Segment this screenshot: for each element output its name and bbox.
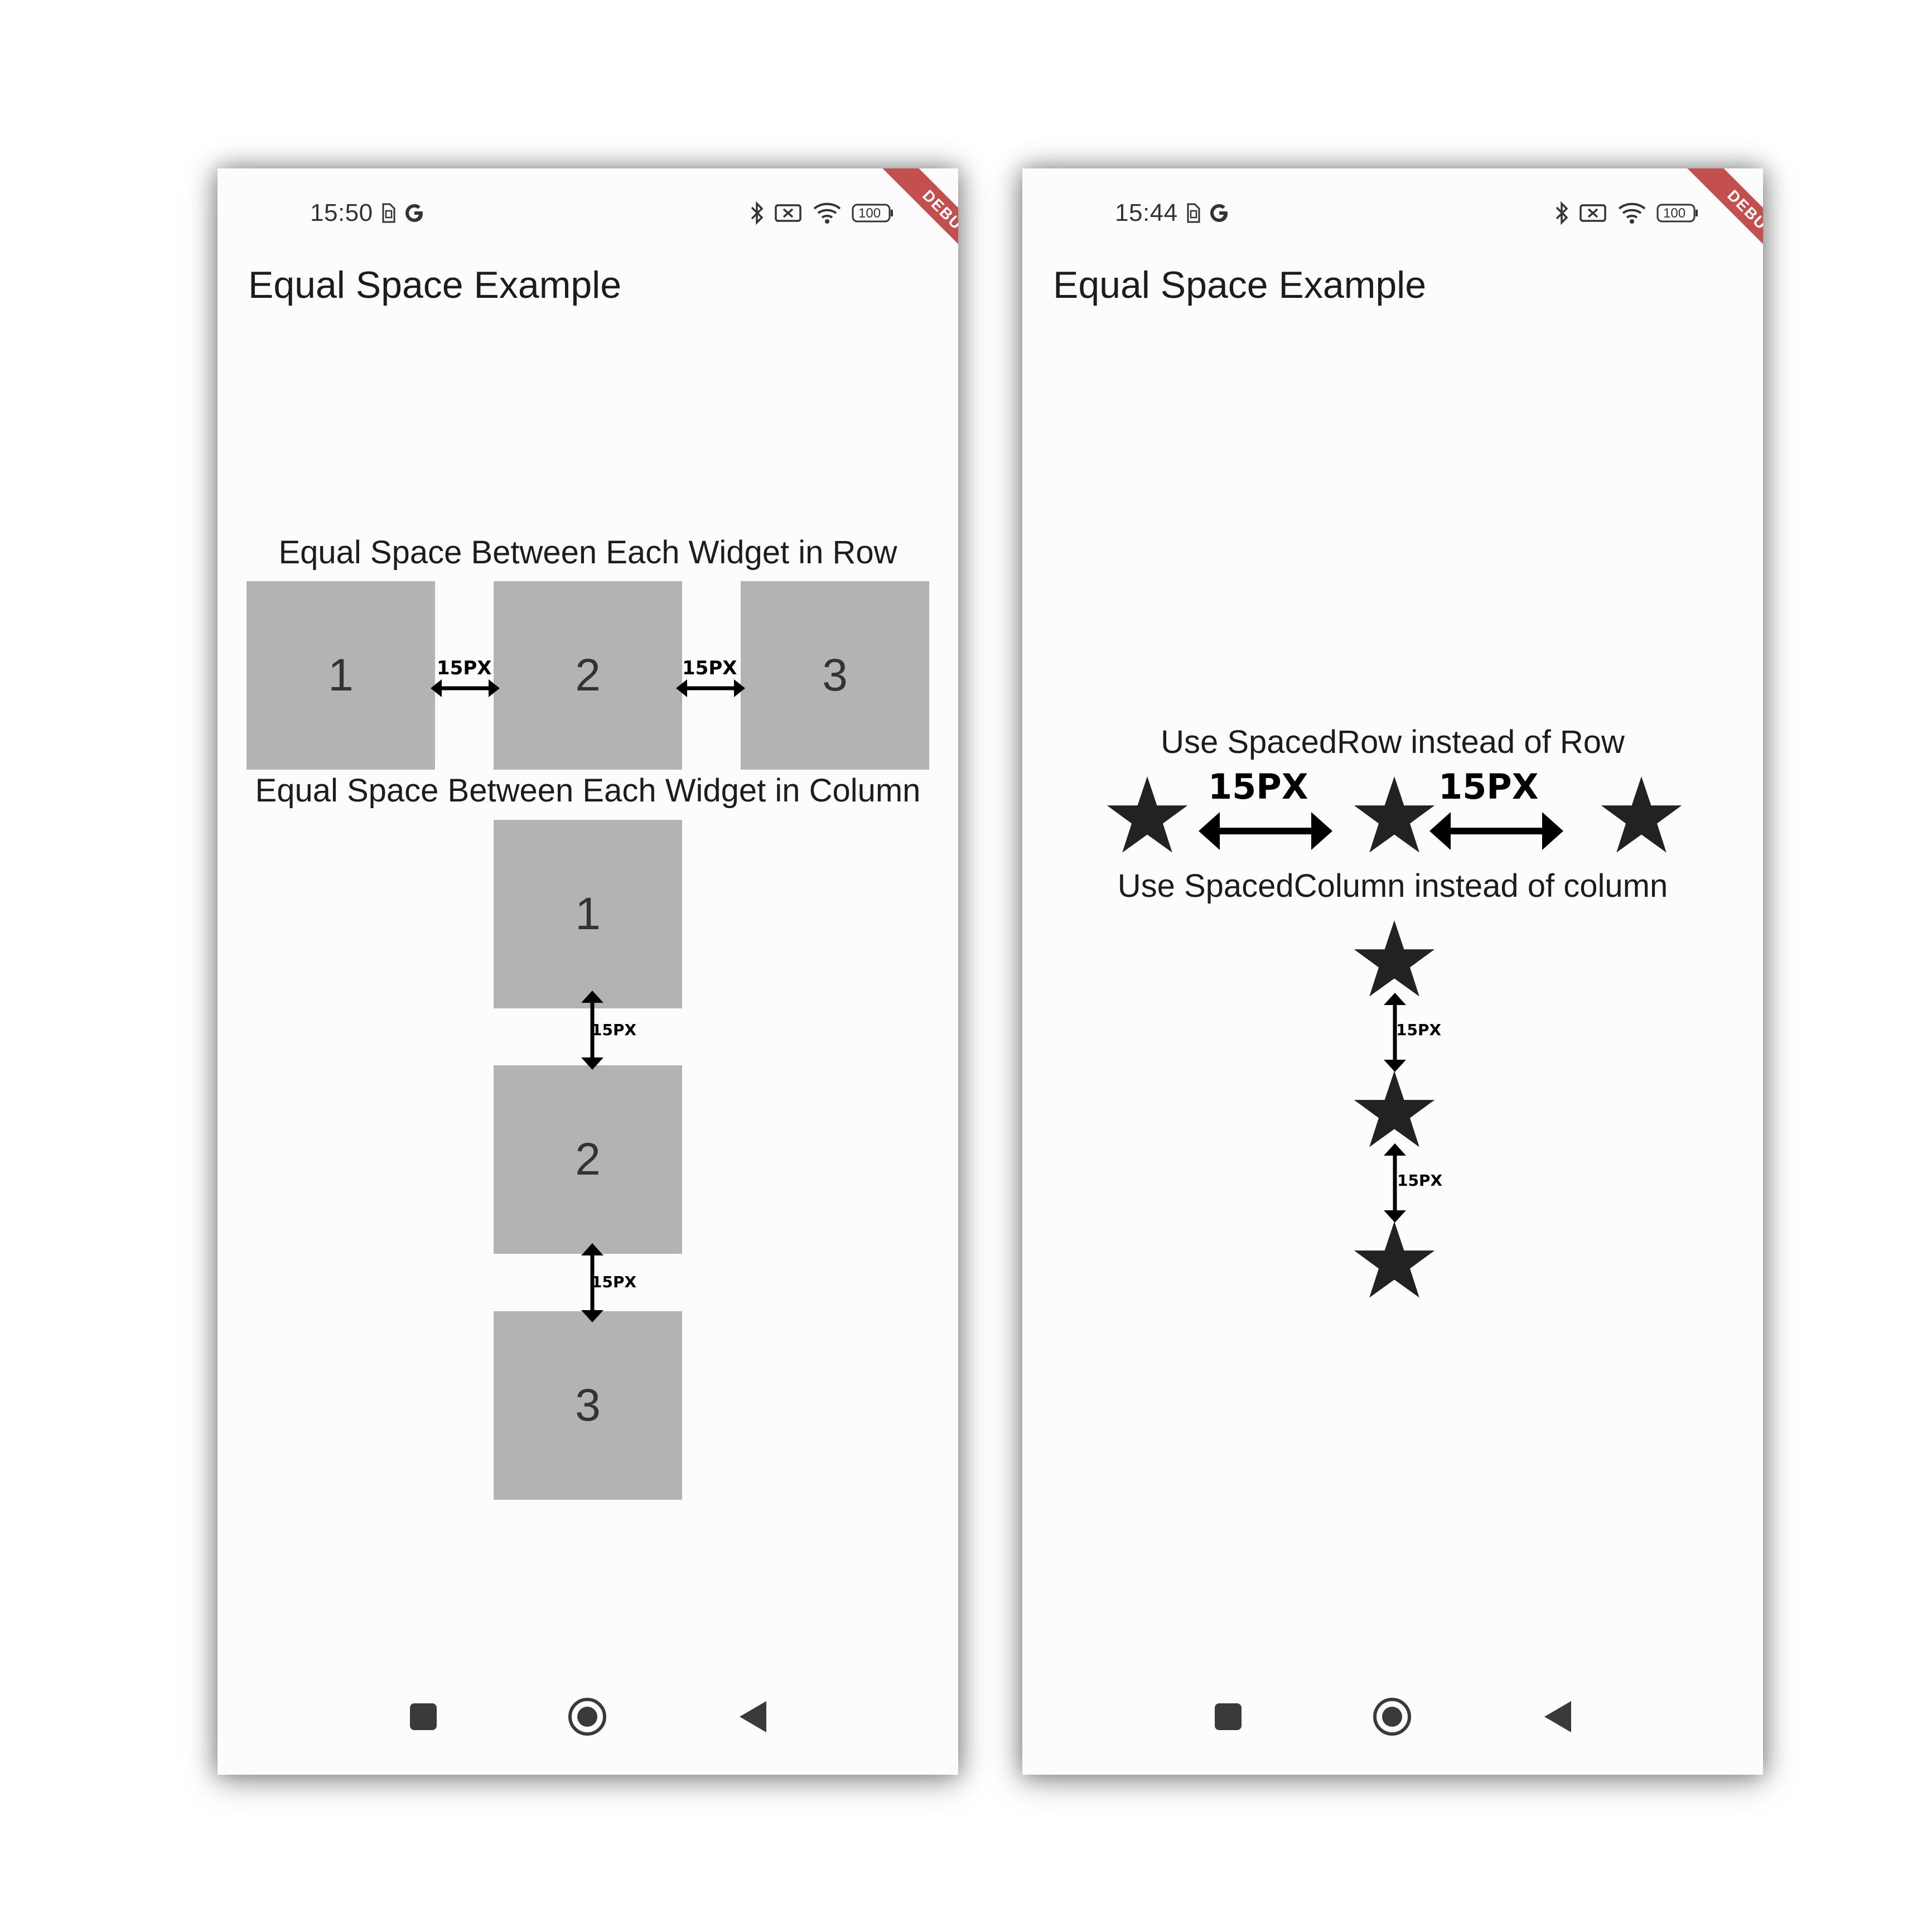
battery-icon: 100 — [1656, 202, 1699, 224]
column-gap-label-2: 15PX — [1397, 1171, 1443, 1190]
status-bar-left: 15:44 — [1115, 196, 1230, 230]
star-icon — [1354, 1221, 1435, 1298]
debug-banner: DEBUG — [824, 168, 958, 302]
back-triangle-icon[interactable] — [1543, 1700, 1572, 1733]
debug-label: DEBUG — [1672, 168, 1763, 295]
row-gap-label-2: 15PX — [1438, 766, 1539, 807]
system-nav-bar — [218, 1693, 958, 1738]
double-arrow-horizontal-icon — [431, 679, 500, 697]
phone-screen-right: 15:44 100 DEBUG Equal Space Example Use … — [1022, 168, 1763, 1775]
battery-level: 100 — [858, 206, 881, 221]
app-bar-title: Equal Space Example — [248, 264, 622, 306]
sim-icon — [381, 203, 395, 223]
status-bar-right: 100 — [1555, 196, 1699, 230]
row-gap-label-1: 15PX — [1208, 766, 1308, 807]
column-gap-label-2: 15PX — [591, 1273, 637, 1291]
column-gap-label-1: 15PX — [591, 1021, 637, 1039]
mobile-data-off-icon — [775, 203, 803, 223]
star-icon — [1354, 920, 1435, 997]
status-time: 15:44 — [1115, 199, 1178, 226]
status-time: 15:50 — [310, 199, 373, 226]
double-arrow-horizontal-icon — [676, 679, 745, 697]
mobile-data-off-icon — [1580, 203, 1607, 223]
star-icon — [1354, 1071, 1435, 1147]
row-box-2: 2 — [494, 581, 682, 770]
column-box-3: 3 — [494, 1311, 682, 1500]
column-box-2: 2 — [494, 1065, 682, 1254]
system-nav-bar — [1022, 1693, 1763, 1738]
battery-level: 100 — [1663, 206, 1686, 221]
row-box-3: 3 — [741, 581, 929, 770]
bluetooth-icon — [1555, 201, 1569, 225]
google-g-icon — [403, 202, 426, 224]
column-box-1: 1 — [494, 820, 682, 1008]
debug-banner: DEBUG — [1629, 168, 1763, 302]
column-gap-label-1: 15PX — [1396, 1021, 1442, 1039]
home-circle-icon[interactable] — [1372, 1697, 1412, 1737]
battery-icon: 100 — [852, 202, 894, 224]
wifi-icon — [813, 202, 842, 224]
home-circle-icon[interactable] — [567, 1697, 607, 1737]
bluetooth-icon — [750, 201, 765, 225]
row-caption: Equal Space Between Each Widget in Row — [278, 534, 897, 571]
recents-square-icon[interactable] — [409, 1702, 438, 1731]
double-arrow-horizontal-icon — [1199, 812, 1332, 850]
star-icon — [1354, 776, 1435, 853]
phone-screen-left: 15:50 100 DEBUG Equal Space Example Equa… — [218, 168, 958, 1775]
app-bar-title: Equal Space Example — [1053, 264, 1427, 306]
wifi-icon — [1617, 202, 1646, 224]
row-caption: Use SpacedRow instead of Row — [1161, 724, 1625, 760]
status-bar-right: 100 — [750, 196, 894, 230]
star-icon — [1107, 776, 1188, 853]
google-g-icon — [1208, 202, 1230, 224]
double-arrow-horizontal-icon — [1429, 812, 1563, 850]
debug-label: DEBUG — [867, 168, 958, 295]
status-bar-left: 15:50 — [310, 196, 426, 230]
sim-icon — [1186, 203, 1200, 223]
row-box-1: 1 — [247, 581, 435, 770]
star-icon — [1601, 776, 1682, 853]
back-triangle-icon[interactable] — [738, 1700, 767, 1733]
column-caption: Equal Space Between Each Widget in Colum… — [255, 772, 921, 809]
column-caption: Use SpacedColumn instead of column — [1117, 868, 1668, 904]
recents-square-icon[interactable] — [1214, 1702, 1243, 1731]
